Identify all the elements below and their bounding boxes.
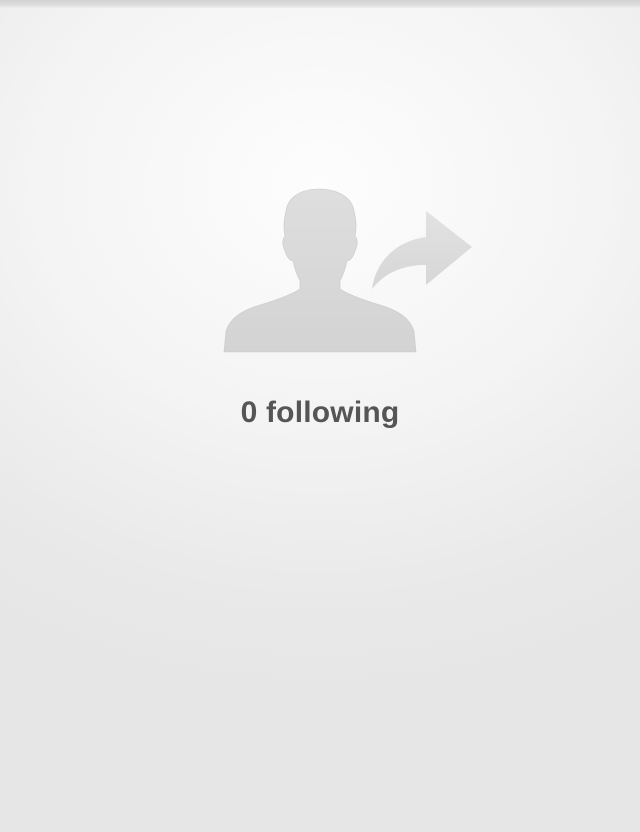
follow-arrow-icon xyxy=(372,211,472,289)
following-illustration xyxy=(220,185,480,357)
following-count-text: 0 following xyxy=(240,396,400,429)
empty-state: 0 following xyxy=(0,0,640,832)
